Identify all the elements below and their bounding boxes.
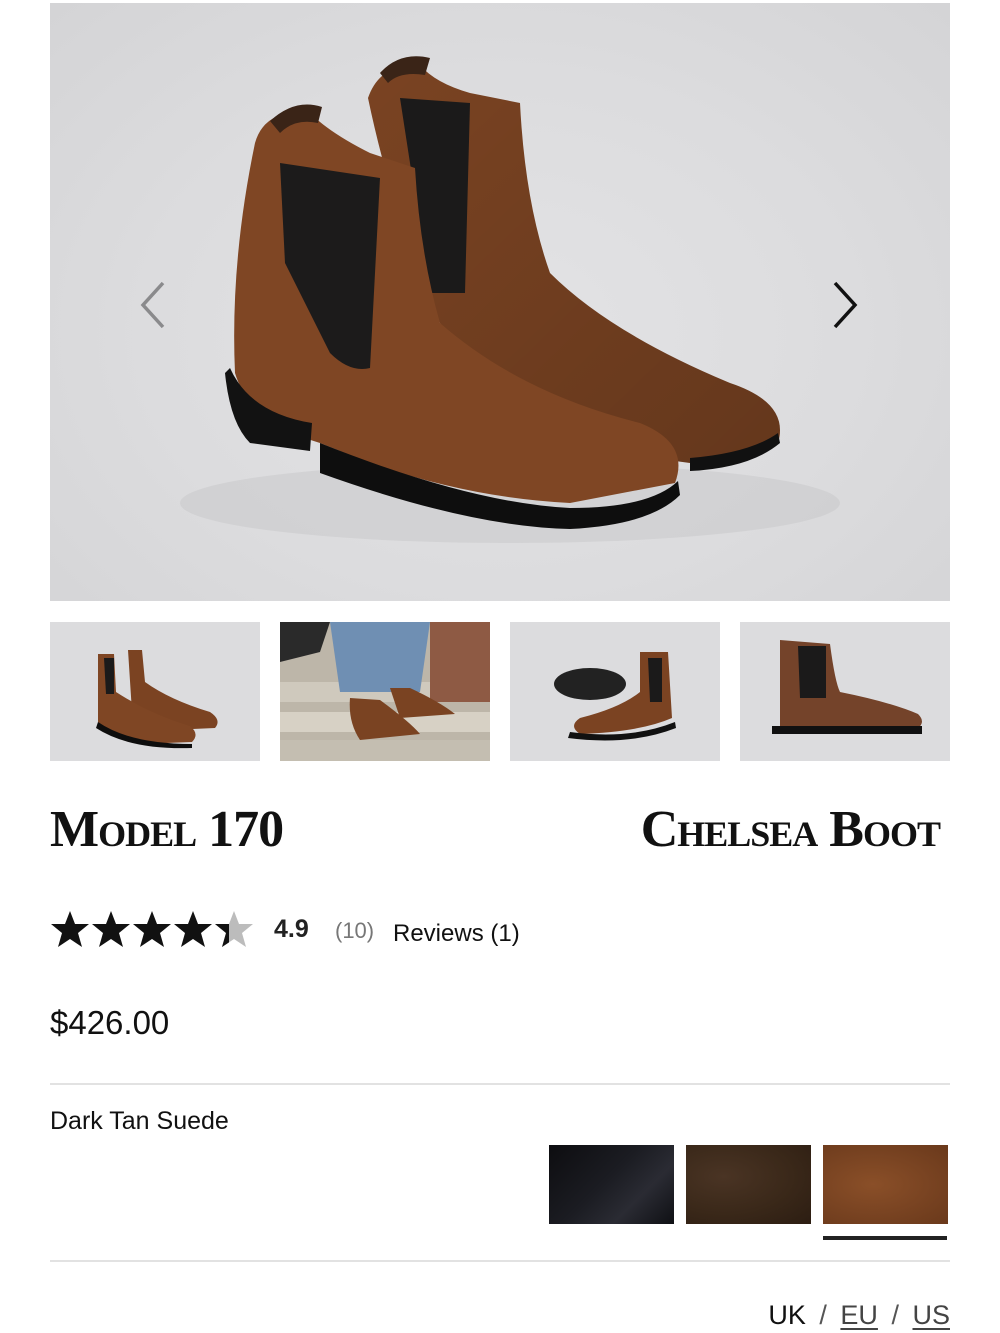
product-model: Model 170 bbox=[50, 801, 284, 858]
size-system-eu[interactable]: EU bbox=[840, 1300, 878, 1331]
star-rating-icon bbox=[51, 911, 253, 947]
selected-swatch-indicator bbox=[823, 1236, 947, 1240]
gallery-next-button[interactable] bbox=[820, 273, 870, 337]
gallery-prev-button[interactable] bbox=[128, 273, 178, 337]
chevron-left-icon bbox=[140, 281, 165, 329]
divider bbox=[50, 1083, 950, 1085]
product-price: $426.00 bbox=[50, 1004, 170, 1041]
chevron-right-icon bbox=[833, 281, 858, 329]
product-main-image bbox=[50, 3, 950, 601]
product-type: Chelsea Boot bbox=[640, 801, 941, 858]
thumbnail-boots-worn[interactable] bbox=[280, 622, 490, 761]
rating-row: 4.9 (10) Reviews (1) bbox=[50, 903, 650, 955]
reviews-link[interactable]: Reviews (1) bbox=[393, 920, 520, 948]
thumbnail-boot-sole[interactable] bbox=[510, 622, 720, 761]
size-system-uk[interactable]: UK bbox=[768, 1300, 806, 1331]
size-system-us[interactable]: US bbox=[912, 1300, 950, 1331]
sole-thumbnail-image bbox=[510, 622, 720, 761]
size-separator: / bbox=[819, 1300, 827, 1330]
size-separator: / bbox=[891, 1300, 899, 1330]
worn-thumbnail-image bbox=[280, 622, 490, 761]
thumbnail-strip bbox=[50, 622, 950, 761]
side-thumbnail-image bbox=[740, 622, 950, 761]
rating-count: (10) bbox=[335, 918, 375, 943]
size-system-selector: UK / EU / US bbox=[768, 1300, 950, 1331]
thumbnail-boot-side[interactable] bbox=[740, 622, 950, 761]
selected-color-name: Dark Tan Suede bbox=[50, 1107, 229, 1135]
color-swatch-dark-tan[interactable] bbox=[823, 1145, 948, 1224]
rating-value: 4.9 bbox=[274, 915, 309, 943]
color-swatch-dark-brown[interactable] bbox=[686, 1145, 811, 1224]
divider bbox=[50, 1260, 950, 1262]
thumbnail-boots-pair[interactable] bbox=[50, 622, 260, 761]
product-title-row: Model 170 Chelsea Boot bbox=[50, 800, 941, 860]
boots-thumbnail-image bbox=[50, 622, 260, 761]
color-swatch-black[interactable] bbox=[549, 1145, 674, 1224]
boots-image bbox=[180, 56, 840, 543]
